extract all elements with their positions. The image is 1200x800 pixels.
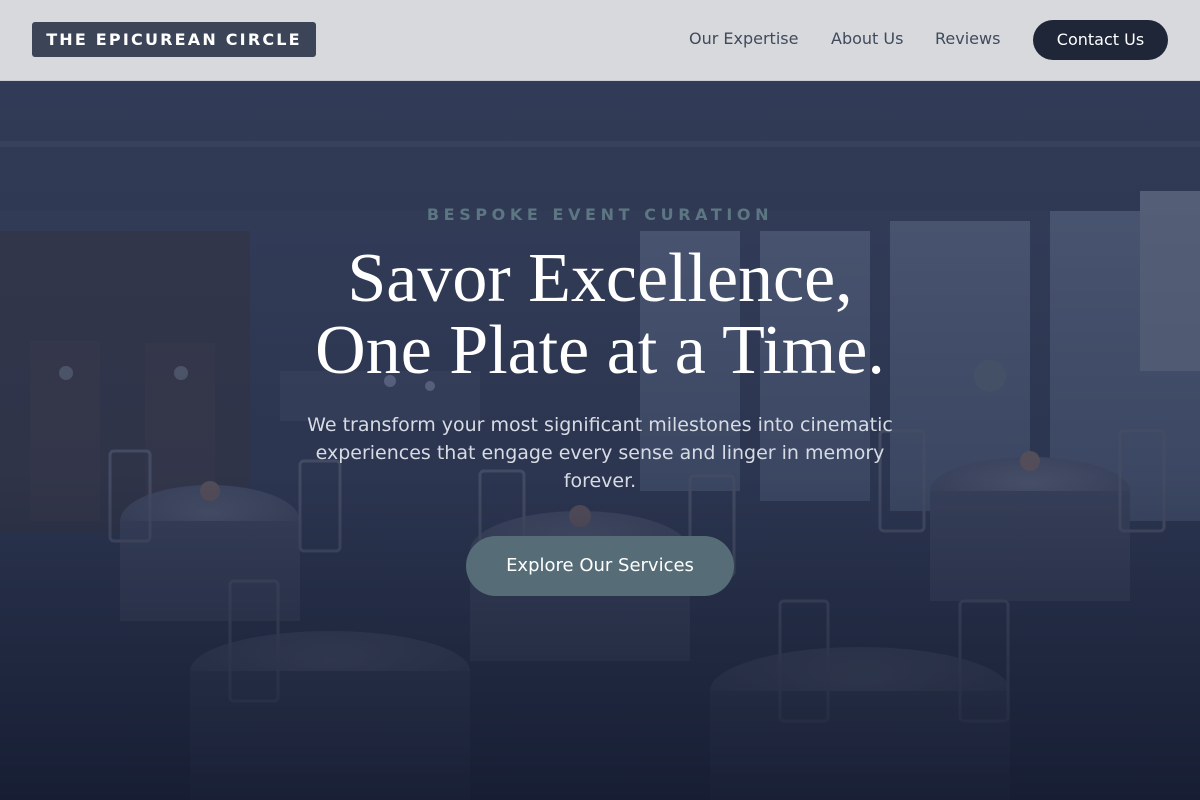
hero-section: BESPOKE EVENT CURATION Savor Excellence,… [0, 81, 1200, 800]
site-logo[interactable]: THE EPICUREAN CIRCLE [32, 22, 316, 57]
hero-title-line-1: Savor Excellence, [347, 240, 853, 317]
site-header: THE EPICUREAN CIRCLE Our Expertise About… [0, 0, 1200, 81]
nav-link-about-us[interactable]: About Us [831, 29, 903, 49]
hero-title-line-2: One Plate at a Time. [315, 312, 885, 389]
hero-eyebrow: BESPOKE EVENT CURATION [426, 205, 774, 224]
nav-link-our-expertise[interactable]: Our Expertise [689, 29, 798, 49]
contact-us-button[interactable]: Contact Us [1033, 20, 1168, 60]
hero-subtitle: We transform your most significant miles… [307, 414, 893, 492]
nav-link-reviews[interactable]: Reviews [935, 29, 1000, 49]
explore-services-button[interactable]: Explore Our Services [466, 536, 734, 596]
hero-title: Savor Excellence, One Plate at a Time. [0, 243, 1200, 387]
